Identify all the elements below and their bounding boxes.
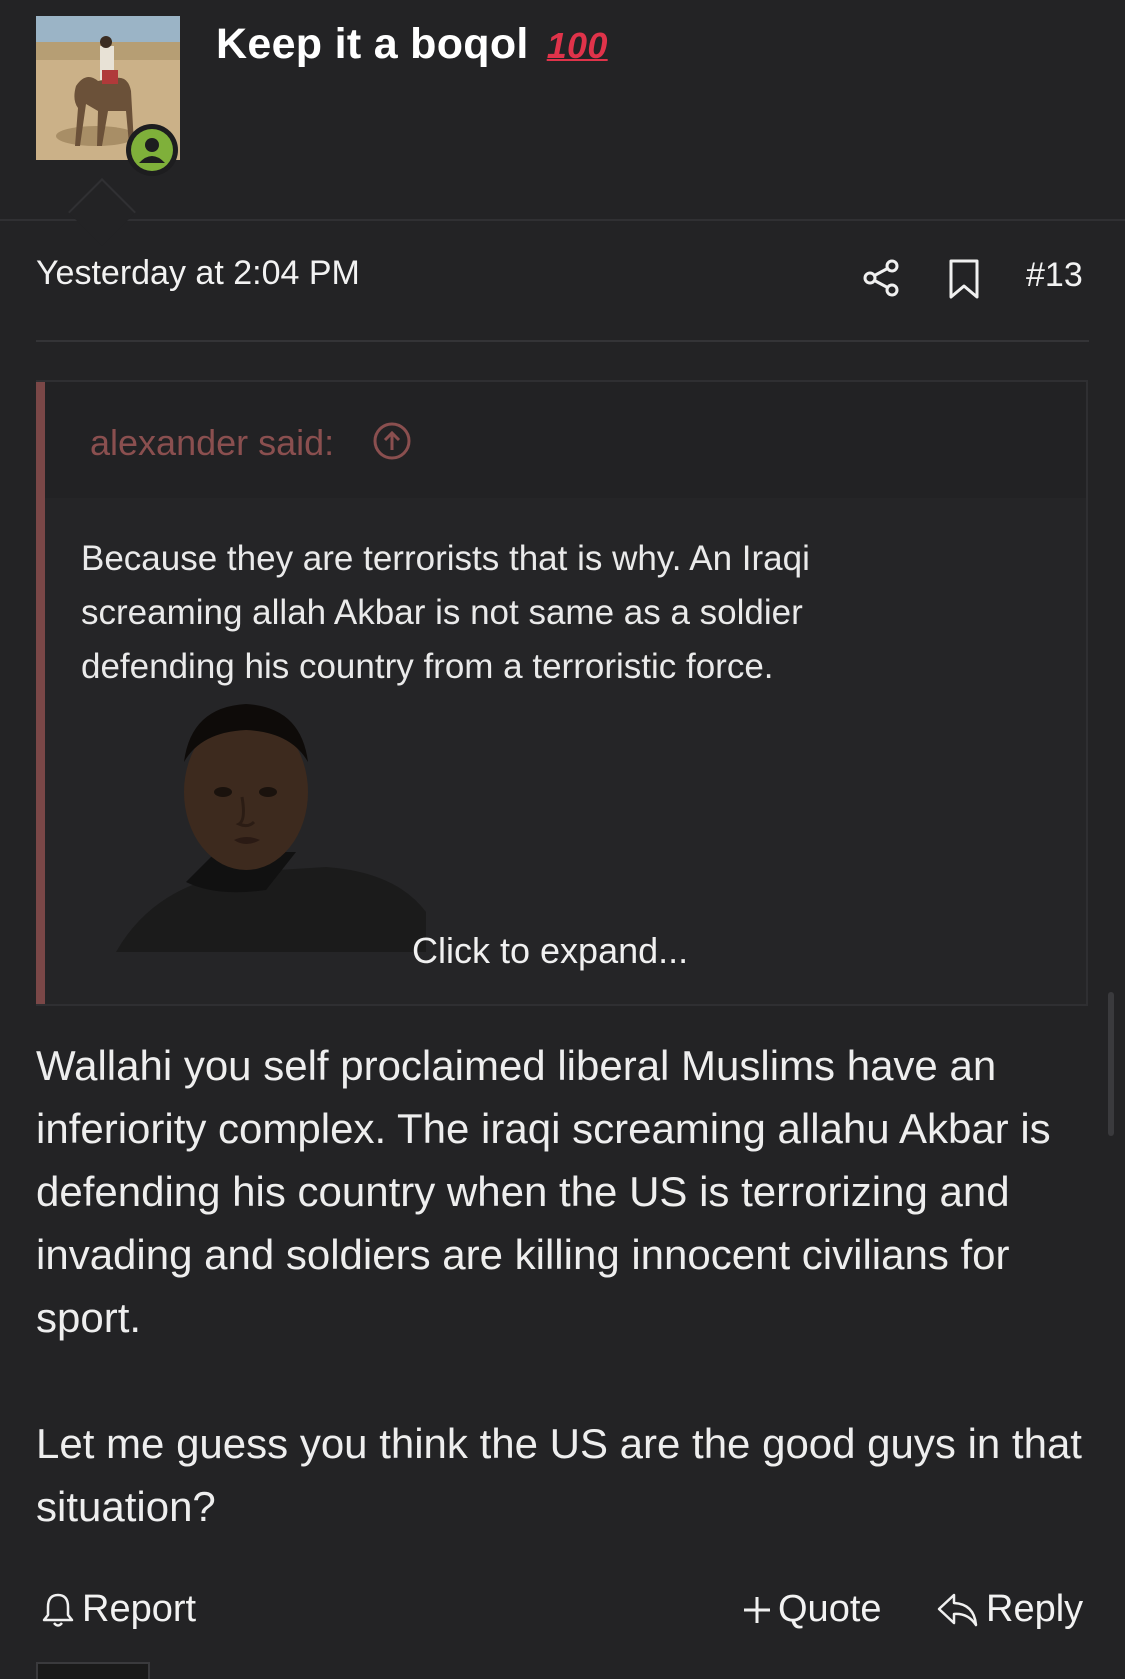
quote-label: Quote xyxy=(778,1588,882,1630)
bookmark-icon[interactable] xyxy=(947,258,981,300)
quote-author-link[interactable]: alexander said: xyxy=(90,422,334,464)
reply-icon xyxy=(937,1593,978,1626)
post-timestamp[interactable]: Yesterday at 2:04 PM xyxy=(36,254,360,293)
report-label: Report xyxy=(82,1588,197,1630)
quote-block: alexander said: Because they are terrori… xyxy=(36,380,1088,1006)
scrollbar[interactable] xyxy=(1108,992,1114,1136)
header-divider xyxy=(0,219,1125,221)
post-body: Wallahi you self proclaimed liberal Musl… xyxy=(36,1034,1096,1538)
reply-button[interactable]: Reply xyxy=(936,1588,1083,1631)
next-post-avatar[interactable] xyxy=(36,1662,150,1679)
arrow-up-circle-icon[interactable] xyxy=(373,422,411,460)
post-header: Keep it a boqol 100 xyxy=(0,0,1125,220)
post-number-link[interactable]: #13 xyxy=(1026,256,1083,295)
reply-label: Reply xyxy=(986,1588,1084,1630)
share-icon[interactable] xyxy=(862,258,902,298)
bell-icon xyxy=(42,1593,74,1627)
quote-accent-bar xyxy=(36,382,45,1004)
hundred-points-emoji: 100 xyxy=(546,25,608,66)
post-username[interactable]: Keep it a boqol 100 xyxy=(216,20,608,69)
click-to-expand-link[interactable]: Click to expand... xyxy=(412,930,688,972)
report-button[interactable]: Report xyxy=(40,1588,196,1631)
quote-header: alexander said: xyxy=(45,382,1086,498)
body-paragraph: Let me guess you think the US are the go… xyxy=(36,1420,1082,1530)
online-status-icon xyxy=(126,124,178,176)
quote-text: Because they are terrorists that is why.… xyxy=(81,539,810,686)
quote-button[interactable]: Quote xyxy=(742,1588,882,1631)
plus-icon xyxy=(744,1596,770,1623)
body-paragraph: Wallahi you self proclaimed liberal Musl… xyxy=(36,1042,1051,1341)
reaction-image xyxy=(116,704,426,952)
meta-divider xyxy=(36,340,1089,342)
